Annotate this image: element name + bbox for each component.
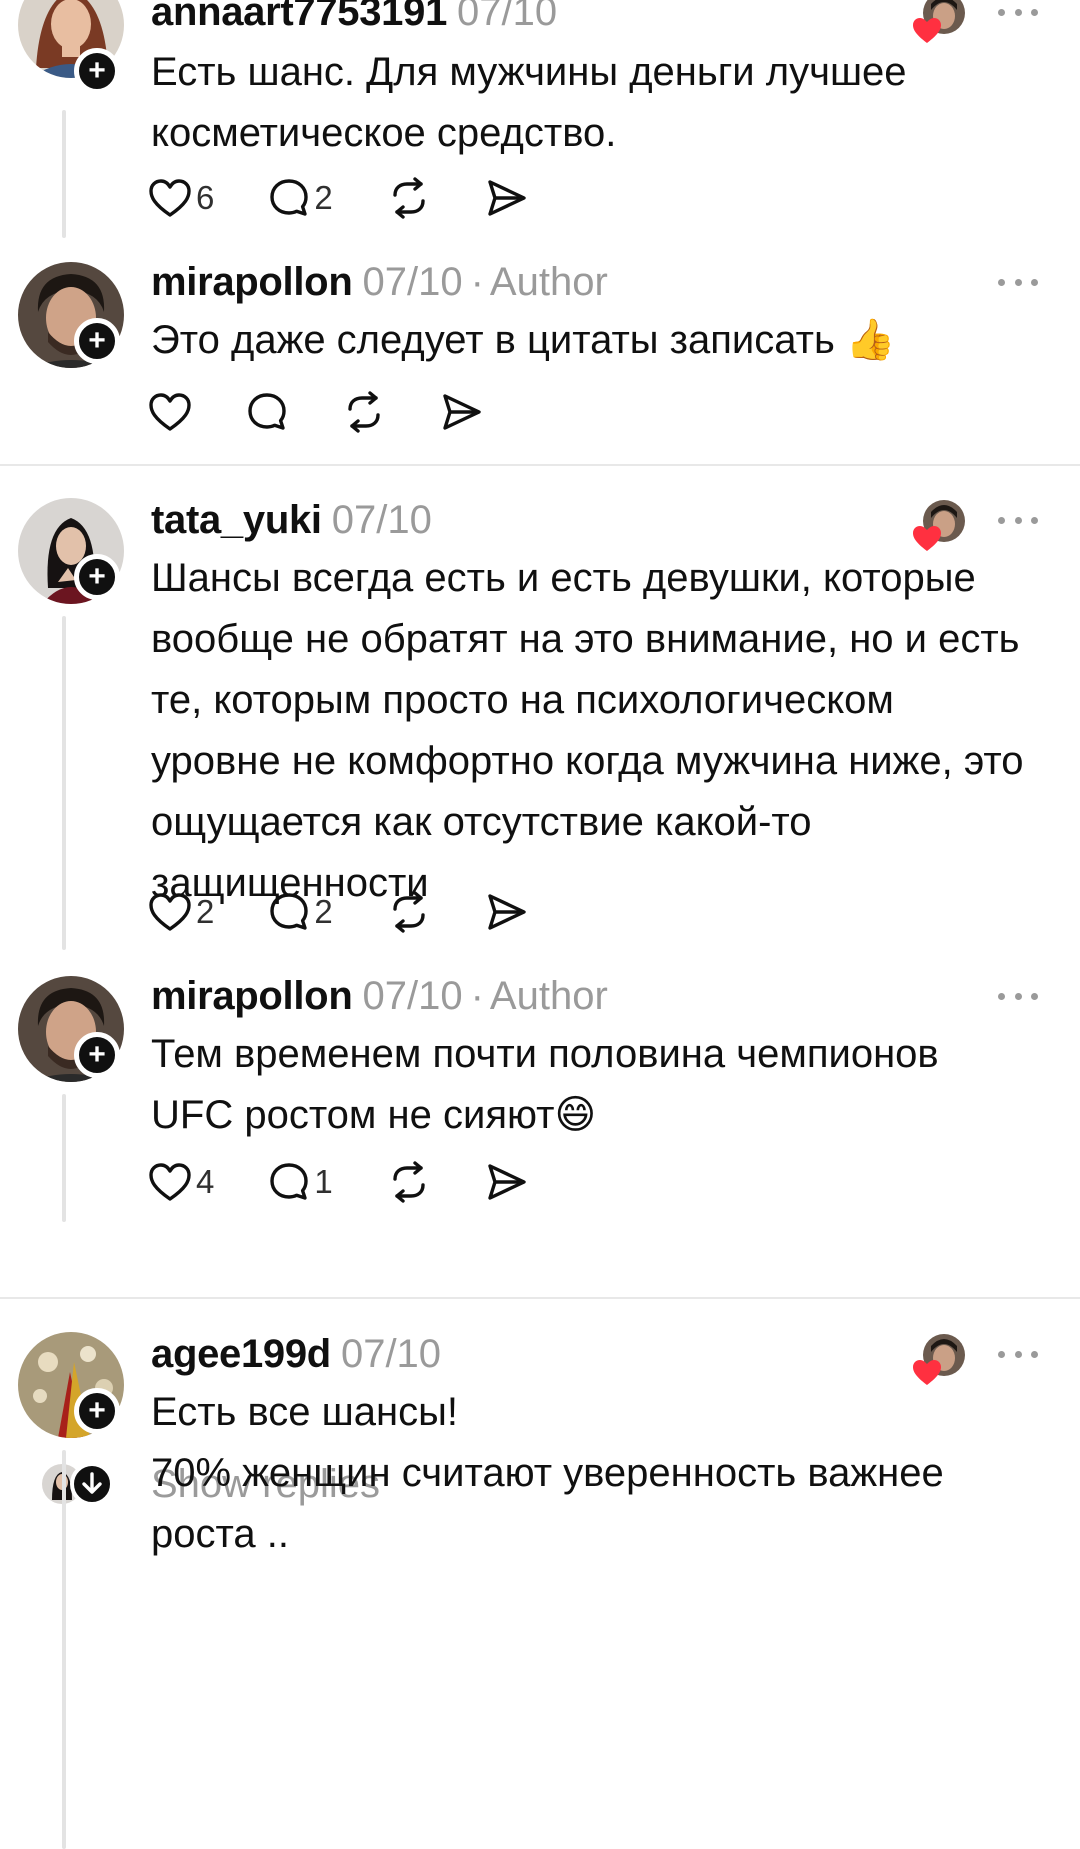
comment-text: Есть шанс. Для мужчины деньги лучшее кос…: [151, 50, 907, 155]
share-button[interactable]: [485, 1161, 529, 1203]
send-icon: [488, 894, 526, 930]
reply-count: 1: [314, 1163, 333, 1200]
follow-plus-icon[interactable]: +: [74, 48, 120, 94]
repost-arrows-icon: [393, 177, 425, 219]
comment-text: Это даже следует в цитаты записать 👍: [151, 318, 896, 362]
liked-by-author-indicator: [913, 0, 965, 44]
username[interactable]: annaart7753191: [151, 0, 447, 34]
speech-bubble-icon: [248, 393, 286, 430]
author-label: Author: [489, 260, 608, 304]
like-button[interactable]: 2: [148, 892, 214, 932]
follow-plus-icon[interactable]: +: [74, 318, 120, 364]
comment-header: tata_yuki 07/10: [151, 496, 432, 544]
reply-count: 2: [314, 179, 333, 216]
comment-text: Шансы всегда есть и есть девушки, которы…: [151, 556, 1024, 905]
share-button[interactable]: [440, 391, 484, 433]
username[interactable]: agee199d: [151, 1332, 331, 1376]
thread-divider: [0, 1297, 1080, 1299]
comment-header: agee199d 07/10: [151, 1330, 441, 1378]
thread-line: [62, 1450, 66, 1849]
more-options-ellipsis-icon[interactable]: [998, 2, 1038, 22]
speech-bubble-icon: [270, 893, 309, 930]
comment-header: mirapollon 07/10 · Author: [151, 260, 608, 304]
more-options-ellipsis-icon[interactable]: [998, 1344, 1038, 1364]
post-date: 07/10: [362, 260, 463, 304]
thread-replies-feed: + annaart7753191 07/10 Есть шанс. Для муж…: [0, 0, 1080, 1849]
arrow-down-icon: [70, 1462, 114, 1506]
follow-plus-icon[interactable]: +: [74, 1032, 120, 1078]
reply-count: 2: [314, 893, 333, 930]
heart-outline-icon: [149, 893, 191, 931]
comment-header: annaart7753191 07/10: [151, 0, 557, 36]
post-date: 07/10: [362, 974, 463, 1018]
more-options-ellipsis-icon[interactable]: [998, 272, 1038, 292]
thread-divider: [0, 464, 1080, 466]
action-bar: 2 2: [148, 888, 583, 936]
author-label: Author: [489, 974, 608, 1018]
reply-button[interactable]: 1: [268, 1161, 333, 1203]
like-count: 4: [196, 1163, 215, 1200]
repost-button[interactable]: [387, 177, 431, 219]
repost-arrows-icon: [393, 1161, 425, 1203]
send-icon: [488, 180, 526, 216]
username[interactable]: tata_yuki: [151, 498, 322, 542]
repost-button[interactable]: [387, 891, 431, 933]
action-bar: 4 1: [148, 1158, 583, 1206]
post-date: 07/10: [457, 0, 558, 34]
speech-bubble-icon: [270, 179, 309, 216]
liked-by-author-indicator: [913, 1334, 965, 1386]
comment-line: Есть все шансы!: [151, 1390, 458, 1434]
heart-outline-icon: [149, 1163, 191, 1201]
like-count: 6: [196, 179, 215, 216]
reply-button[interactable]: 2: [268, 177, 333, 219]
thread-line: [62, 110, 66, 238]
follow-plus-icon[interactable]: +: [74, 554, 120, 600]
repost-arrows-icon: [348, 391, 380, 433]
repost-button[interactable]: [387, 1161, 431, 1203]
red-heart-icon: [913, 18, 941, 43]
username[interactable]: mirapollon: [151, 974, 353, 1018]
comment-line: 70% женщин считают уверенность важнее ро…: [151, 1451, 944, 1556]
liked-by-author-indicator: [913, 500, 965, 552]
like-button[interactable]: 4: [148, 1162, 214, 1202]
action-bar: 6 2: [148, 174, 583, 222]
username[interactable]: mirapollon: [151, 260, 353, 304]
like-count: 2: [196, 893, 215, 930]
share-button[interactable]: [485, 177, 529, 219]
comment-text: Есть все шансы! 70% женщин считают увере…: [151, 1382, 1031, 1565]
send-icon: [488, 1164, 526, 1200]
follow-plus-icon[interactable]: +: [74, 1388, 120, 1434]
speech-bubble-icon: [270, 1163, 309, 1200]
action-bar: [148, 388, 538, 436]
share-button[interactable]: [485, 891, 529, 933]
like-button[interactable]: 6: [148, 178, 214, 218]
show-replies-avatars[interactable]: [42, 1462, 114, 1506]
like-button[interactable]: [148, 392, 192, 432]
send-icon: [443, 394, 481, 430]
reply-button[interactable]: [246, 391, 288, 433]
thread-line: [62, 1094, 66, 1222]
repost-button[interactable]: [342, 391, 386, 433]
comment-text: Тем временем почти половина чемпионов UF…: [151, 1032, 939, 1137]
repost-arrows-icon: [393, 891, 425, 933]
more-options-ellipsis-icon[interactable]: [998, 986, 1038, 1006]
comment-header: mirapollon 07/10 · Author: [151, 974, 608, 1018]
post-date: 07/10: [340, 1332, 442, 1376]
post-date: 07/10: [331, 498, 432, 542]
thread-line: [62, 616, 66, 950]
reply-button[interactable]: 2: [268, 891, 333, 933]
more-options-ellipsis-icon[interactable]: [998, 510, 1038, 530]
heart-outline-icon: [149, 179, 191, 217]
heart-outline-icon: [149, 393, 191, 431]
